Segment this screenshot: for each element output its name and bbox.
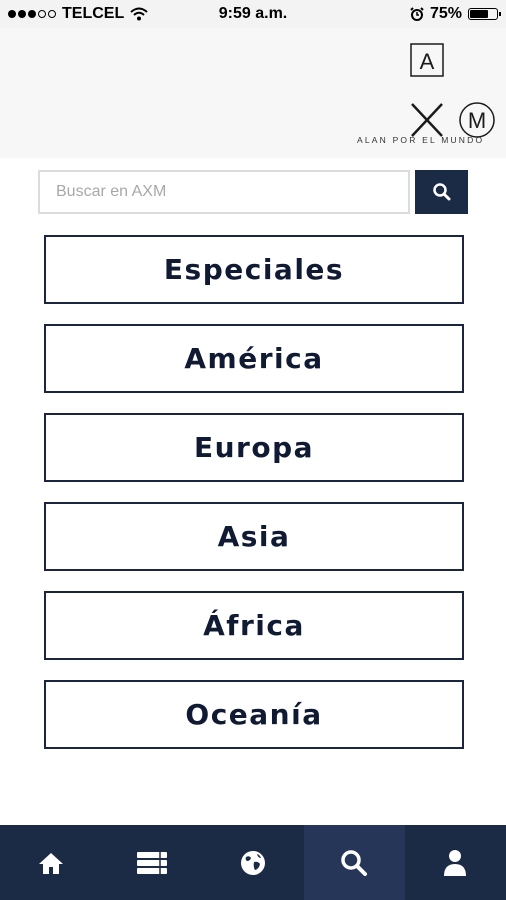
logo-tagline: ALAN POR EL MUNDO — [357, 135, 485, 145]
home-icon — [38, 852, 63, 874]
nav-globe[interactable] — [202, 825, 303, 900]
category-america-button[interactable]: América — [44, 324, 464, 393]
bottom-nav — [0, 825, 506, 900]
user-icon — [444, 849, 467, 876]
app-header: A M ALAN POR EL MUNDO — [0, 28, 506, 158]
nav-search[interactable] — [303, 825, 405, 900]
logo-letter-m: M — [468, 108, 486, 133]
category-africa-button[interactable]: África — [44, 591, 464, 660]
status-bar: TELCEL 9:59 a.m. 75% — [0, 0, 506, 28]
battery-percent: 75% — [429, 5, 462, 22]
alarm-icon — [410, 7, 424, 21]
nav-list[interactable] — [101, 825, 202, 900]
search-button[interactable] — [415, 170, 468, 214]
search-field[interactable] — [38, 170, 410, 214]
status-bar-right: 75% — [410, 5, 501, 23]
search-icon — [432, 183, 450, 201]
globe-icon — [241, 850, 265, 875]
nav-user[interactable] — [405, 825, 506, 900]
category-oceania-button[interactable]: Oceanía — [44, 680, 464, 749]
nav-home[interactable] — [0, 825, 101, 900]
logo-letter-a: A — [420, 49, 435, 74]
category-asia-button[interactable]: Asia — [44, 502, 464, 571]
search-icon — [341, 849, 368, 876]
logo-letter-x — [411, 103, 443, 137]
search-input[interactable] — [40, 172, 408, 212]
category-europa-button[interactable]: Europa — [44, 413, 464, 482]
category-list: Especiales América Europa Asia África Oc… — [44, 235, 464, 769]
list-icon — [136, 851, 167, 874]
category-especiales-button[interactable]: Especiales — [44, 235, 464, 304]
battery-icon — [468, 8, 501, 20]
